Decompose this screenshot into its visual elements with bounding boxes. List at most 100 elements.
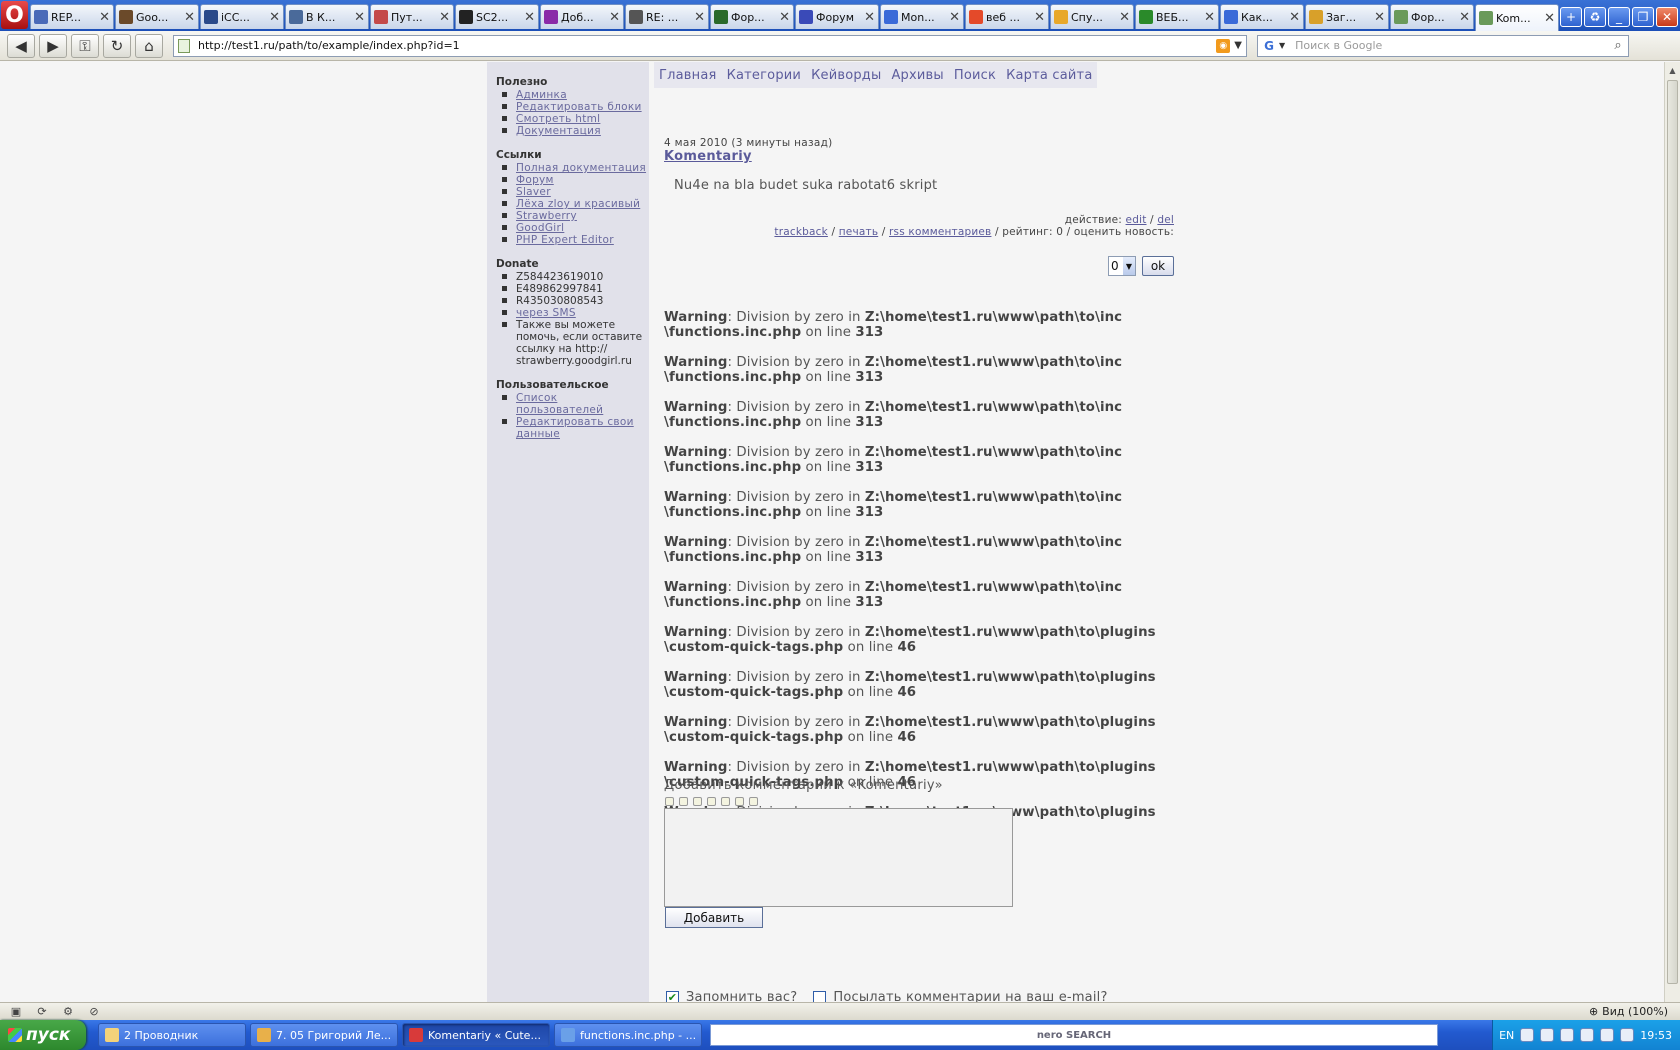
maximize-button[interactable]: ❐: [1632, 7, 1654, 27]
smiley-icon[interactable]: [721, 797, 730, 806]
tray-icon[interactable]: [1580, 1028, 1595, 1042]
minimize-button[interactable]: _: [1608, 7, 1630, 27]
sidebar-item[interactable]: Редактировать свои данные: [496, 416, 648, 440]
browser-tab[interactable]: iCC... ✕: [200, 4, 284, 29]
search-field[interactable]: G ▼ Поиск в Google ⌕: [1257, 34, 1629, 57]
url-text[interactable]: http://test1.ru/path/to/example/index.ph…: [198, 39, 1216, 52]
close-icon[interactable]: ✕: [1374, 10, 1385, 25]
home-button[interactable]: ⌂: [135, 33, 163, 58]
sidebar-link[interactable]: Список пользователей: [516, 392, 603, 416]
taskbar-button[interactable]: 7. 05 Григорий Ле...: [250, 1023, 398, 1047]
nero-search-bar[interactable]: nero SEARCH: [710, 1024, 1438, 1046]
browser-tab[interactable]: Kom... ✕: [1475, 4, 1559, 31]
sidebar-item[interactable]: Список пользователей: [496, 392, 648, 416]
search-icon[interactable]: ⌕: [1608, 36, 1628, 56]
close-icon[interactable]: ✕: [609, 10, 620, 25]
taskbar-button[interactable]: functions.inc.php - ...: [554, 1023, 702, 1047]
sidebar-item[interactable]: Strawberry: [496, 210, 648, 222]
close-icon[interactable]: ✕: [99, 10, 110, 25]
tray-icon[interactable]: [1540, 1028, 1555, 1042]
sidebar-link[interactable]: Форум: [516, 174, 554, 186]
turbo-icon[interactable]: ⊘: [84, 1005, 104, 1019]
close-icon[interactable]: ✕: [184, 10, 195, 25]
back-button[interactable]: ◀: [7, 33, 35, 58]
sidebar-item[interactable]: PHP Expert Editor: [496, 234, 648, 246]
sidebar-item[interactable]: GoodGirl: [496, 222, 648, 234]
menu-item[interactable]: Карта сайта: [1006, 68, 1092, 83]
close-icon[interactable]: ✕: [439, 10, 450, 25]
browser-tab[interactable]: Как... ✕: [1220, 4, 1304, 29]
trash-icon[interactable]: ♻: [1584, 7, 1606, 27]
rating-ok-button[interactable]: ok: [1142, 256, 1174, 276]
reload-button[interactable]: ↻: [103, 33, 131, 58]
close-icon[interactable]: ✕: [949, 10, 960, 25]
smiley-icon[interactable]: [693, 797, 702, 806]
tray-icon[interactable]: [1520, 1028, 1535, 1042]
close-icon[interactable]: ✕: [1289, 10, 1300, 25]
google-icon[interactable]: G: [1261, 38, 1277, 54]
smiley-icon[interactable]: [749, 797, 758, 806]
address-field[interactable]: http://test1.ru/path/to/example/index.ph…: [173, 34, 1247, 57]
chevron-down-icon[interactable]: ▼: [1279, 41, 1285, 50]
print-link[interactable]: печать: [839, 226, 878, 238]
post-title-link[interactable]: Komentariy: [664, 149, 752, 164]
notify-checkbox[interactable]: [813, 991, 827, 1002]
close-icon[interactable]: ✕: [864, 10, 875, 25]
menu-item[interactable]: Поиск: [954, 68, 996, 83]
close-icon[interactable]: ✕: [1544, 11, 1555, 26]
smiley-icon[interactable]: [665, 797, 674, 806]
menu-item[interactable]: Категории: [727, 68, 802, 83]
sidebar-item[interactable]: Полная документация: [496, 162, 648, 174]
tray-icon[interactable]: [1560, 1028, 1575, 1042]
browser-tab[interactable]: Заг... ✕: [1305, 4, 1389, 29]
forward-button[interactable]: ▶: [39, 33, 67, 58]
sidebar-link[interactable]: Редактировать свои данные: [516, 416, 634, 440]
sidebar-link[interactable]: Лёха zloy и красивый: [516, 198, 640, 210]
close-icon[interactable]: ✕: [269, 10, 280, 25]
vertical-scrollbar[interactable]: ▲: [1664, 62, 1680, 1002]
sidebar-link[interactable]: GoodGirl: [516, 222, 564, 234]
chevron-down-icon[interactable]: ▼: [1234, 40, 1242, 51]
browser-tab[interactable]: RE: ... ✕: [625, 4, 709, 29]
close-icon[interactable]: ✕: [1459, 10, 1470, 25]
sidebar-item[interactable]: через SMS: [496, 307, 648, 319]
sidebar-item[interactable]: Slaver: [496, 186, 648, 198]
delete-link[interactable]: del: [1157, 214, 1174, 226]
sidebar-link[interactable]: Админка: [516, 89, 567, 101]
smiley-icon[interactable]: [707, 797, 716, 806]
close-window-button[interactable]: ✕: [1656, 7, 1678, 27]
search-placeholder[interactable]: Поиск в Google: [1295, 39, 1608, 52]
menu-item[interactable]: Главная: [659, 68, 717, 83]
sidebar-link[interactable]: PHP Expert Editor: [516, 234, 614, 246]
edit-link[interactable]: edit: [1126, 214, 1147, 226]
browser-tab[interactable]: Mon... ✕: [880, 4, 964, 29]
sidebar-item[interactable]: Форум: [496, 174, 648, 186]
close-icon[interactable]: ✕: [694, 10, 705, 25]
scroll-thumb[interactable]: [1667, 80, 1678, 984]
menu-item[interactable]: Архивы: [891, 68, 943, 83]
tray-icon[interactable]: [1600, 1028, 1615, 1042]
sync-icon[interactable]: ⟳: [32, 1005, 52, 1019]
close-icon[interactable]: ✕: [1034, 10, 1045, 25]
browser-tab[interactable]: Доб... ✕: [540, 4, 624, 29]
taskbar-button[interactable]: Komentariy « Cute...: [402, 1023, 550, 1047]
chevron-down-icon[interactable]: ▼: [1123, 257, 1135, 275]
trackback-link[interactable]: trackback: [774, 226, 827, 238]
sidebar-item[interactable]: Редактировать блоки: [496, 101, 648, 113]
start-button[interactable]: пуск: [0, 1020, 86, 1050]
sidebar-link[interactable]: Slaver: [516, 186, 551, 198]
smiley-icon[interactable]: [679, 797, 688, 806]
close-icon[interactable]: ✕: [1119, 10, 1130, 25]
sidebar-link[interactable]: Редактировать блоки: [516, 101, 642, 113]
browser-tab[interactable]: веб ... ✕: [965, 4, 1049, 29]
scroll-up-icon[interactable]: ▲: [1665, 62, 1680, 78]
sidebar-link[interactable]: Strawberry: [516, 210, 577, 222]
tray-icon[interactable]: [1620, 1028, 1635, 1042]
opera-menu-button[interactable]: O: [1, 1, 28, 29]
rss-feed-icon[interactable]: ◉: [1216, 38, 1231, 53]
browser-tab[interactable]: Форум ✕: [795, 4, 879, 29]
browser-tab[interactable]: Фор... ✕: [1390, 4, 1474, 29]
panel-toggle-icon[interactable]: ▣: [6, 1005, 26, 1019]
smiley-icon[interactable]: [735, 797, 744, 806]
remember-checkbox[interactable]: ✔: [666, 991, 679, 1002]
